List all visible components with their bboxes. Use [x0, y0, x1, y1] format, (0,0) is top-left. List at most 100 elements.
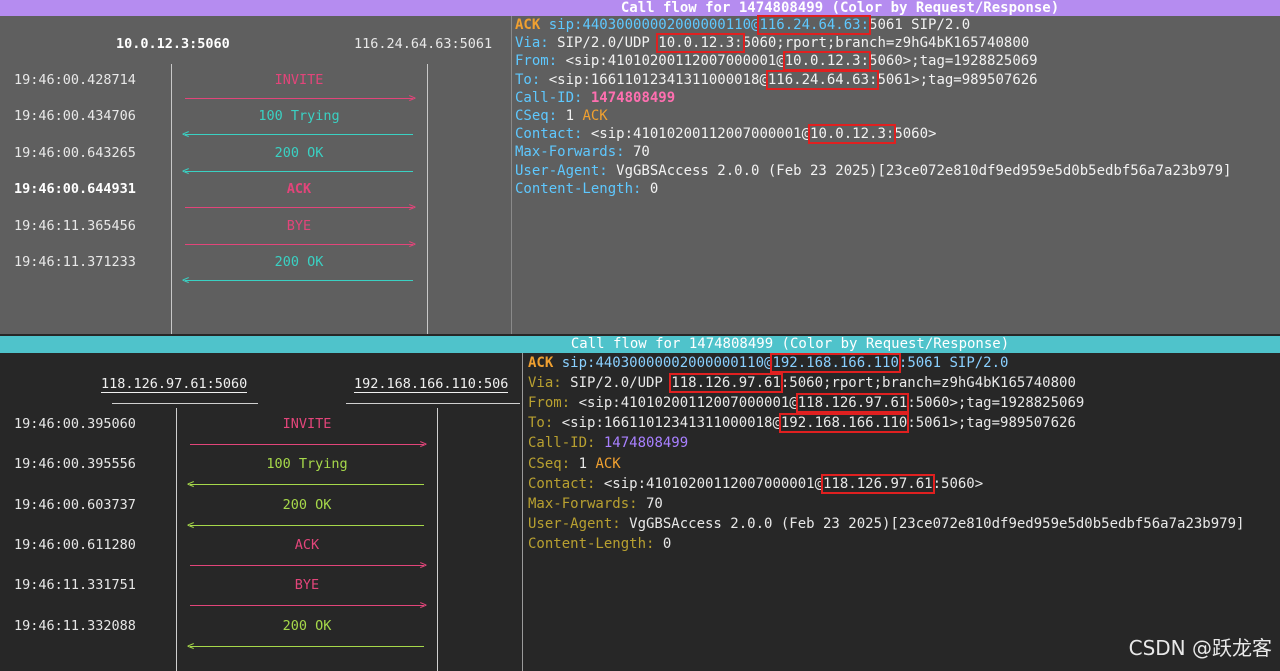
- arrow-left-icon: <: [182, 273, 190, 287]
- flow-arrow: <: [182, 164, 413, 178]
- flow-arrow-line: [190, 605, 424, 607]
- sip-header-value: 1: [570, 455, 596, 472]
- flow-timestamp: 19:46:00.644931: [14, 181, 136, 198]
- sip-ip-address-highlighted: 118.126.97.61: [795, 393, 910, 414]
- flow-message-label: 200 OK: [274, 144, 324, 161]
- flow-timestamp: 19:46:11.332088: [14, 617, 136, 634]
- sip-header-value: :5060>;tag=1928825069: [907, 395, 1085, 412]
- sip-ip-address-highlighted: 192.168.166.110: [778, 413, 910, 434]
- sip-header-value: SIP/2.0/UDP: [548, 35, 659, 52]
- flow-message-label: BYE: [294, 577, 320, 594]
- flow-arrow: <: [187, 518, 424, 532]
- bottom-panel-header: Call flow for 1474808499 (Color by Reque…: [0, 336, 1280, 353]
- sip-header-value: VgGBSAccess 2.0.0 (Feb 23 2025)[23ce072e…: [607, 162, 1232, 179]
- sip-header-name: From:: [515, 53, 558, 70]
- sip-header-value: :5061 SIP/2.0: [898, 355, 1009, 371]
- flow-arrow: >: [185, 237, 416, 251]
- arrow-right-icon: >: [419, 598, 427, 613]
- arrow-left-icon: <: [187, 477, 195, 492]
- flow-arrow: >: [185, 91, 416, 105]
- sip-header-value: <sip:41010200112007000001@: [595, 475, 824, 492]
- sip-header-value: ACK: [528, 355, 554, 371]
- sip-header-value: 1: [557, 108, 583, 124]
- flow-arrow-line: [185, 280, 413, 281]
- arrow-right-icon: >: [408, 200, 416, 215]
- sip-header-name: CSeq:: [515, 108, 558, 124]
- flow-arrow-line: [190, 524, 424, 526]
- sip-header-value: 1474808499: [582, 89, 676, 106]
- sip-header-line: CSeq: 1 ACK: [515, 108, 608, 124]
- sip-header-value: <sip:41010200112007000001@: [582, 126, 811, 143]
- flow-arrow: >: [190, 598, 427, 613]
- sip-header-name: Call-ID:: [515, 89, 583, 106]
- flow-arrow-line: [185, 243, 413, 245]
- sip-header-line: Contact: <sip:41010200112007000001@118.1…: [528, 473, 984, 494]
- sip-header-value: 1474808499: [595, 435, 689, 452]
- arrow-left-icon: <: [187, 638, 195, 653]
- sip-header-line: To: <sip:16611012341311000018@116.24.64.…: [515, 69, 1038, 90]
- flow-message-label: BYE: [286, 217, 312, 234]
- top-panel-divider: [511, 16, 512, 334]
- flow-timestamp: 19:46:00.643265: [14, 144, 136, 161]
- flow-message-label: 100 Trying: [258, 108, 340, 125]
- flow-arrow: <: [182, 127, 413, 141]
- sip-header-value: <sip:16611012341311000018@: [553, 415, 781, 432]
- top-panel-header: Call flow for 1474808499 (Color by Reque…: [0, 0, 1280, 16]
- sip-header-line: Contact: <sip:41010200112007000001@10.0.…: [515, 124, 936, 145]
- flow-arrow-line: [185, 98, 413, 99]
- flow-timestamp: 19:46:00.428714: [14, 72, 136, 88]
- sip-header-line: CSeq: 1 ACK: [528, 456, 621, 472]
- sip-ip-address-highlighted: 118.126.97.61: [669, 373, 783, 394]
- sip-ip-address-highlighted: 192.168.166.110: [770, 353, 901, 373]
- flow-arrow: >: [185, 200, 416, 215]
- sip-header-value: 5060>;tag=1928825069: [869, 53, 1038, 70]
- sip-header-line: Max-Forwards: 70: [515, 144, 650, 160]
- sip-header-value: :5061>;tag=989507626: [907, 415, 1076, 432]
- flow-arrow-line: [185, 134, 413, 136]
- sip-header-line: Content-Length: 0: [528, 536, 671, 552]
- flow-message-label: INVITE: [274, 72, 324, 88]
- flow-timestamp: 19:46:00.603737: [14, 496, 136, 513]
- sip-ip-address-highlighted: 10.0.12.3:: [782, 51, 872, 72]
- bottom-host-a-underline: [112, 403, 258, 404]
- sip-header-line: From: <sip:41010200112007000001@118.126.…: [528, 393, 1085, 414]
- sip-header-value: 70: [637, 495, 663, 512]
- sip-header-line: ACK sip:44030000002000000110@192.168.166…: [528, 353, 1009, 373]
- flow-arrow: >: [190, 437, 427, 451]
- sip-header-name: To:: [515, 71, 541, 88]
- bottom-host-b: 192.168.166.110:506: [354, 376, 509, 393]
- flow-arrow: <: [187, 477, 424, 492]
- sip-header-value: VgGBSAccess 2.0.0 (Feb 23 2025)[23ce072e…: [620, 515, 1245, 532]
- top-host-a: 10.0.12.3:5060: [116, 36, 230, 52]
- flow-arrow-line: [190, 484, 424, 486]
- sip-header-name: Max-Forwards:: [528, 495, 638, 512]
- flow-arrow: >: [190, 557, 427, 572]
- watermark: CSDN @跃龙客: [1128, 636, 1272, 660]
- flow-message-label: ACK: [286, 181, 312, 198]
- sip-header-value: <sip:16611012341311000018@: [540, 71, 768, 88]
- flow-arrow: <: [182, 273, 413, 287]
- flow-timestamp: 19:46:11.331751: [14, 577, 136, 594]
- bottom-panel-divider: [522, 353, 523, 671]
- sip-header-value: :5060>: [932, 475, 984, 492]
- sip-header-value: ACK: [595, 455, 621, 472]
- flow-timestamp: 19:46:11.371233: [14, 254, 136, 270]
- top-host-b: 116.24.64.63:5061: [354, 36, 493, 52]
- sip-ip-address-highlighted: 118.126.97.61: [821, 473, 935, 494]
- sip-header-value: ACK: [515, 17, 541, 33]
- sip-header-value: 0: [654, 535, 672, 552]
- sip-header-value: :5060;rport;branch=z9hG4bK165740800: [780, 375, 1076, 392]
- flow-message-label: 200 OK: [282, 496, 332, 513]
- sip-header-name: Call-ID:: [528, 435, 596, 452]
- sip-header-line: User-Agent: VgGBSAccess 2.0.0 (Feb 23 20…: [528, 516, 1244, 532]
- sip-header-value: sip:44030000002000000110@: [540, 17, 760, 33]
- sip-header-value: SIP/2.0/UDP: [561, 375, 672, 392]
- arrow-right-icon: >: [419, 557, 427, 572]
- top-call-flow-panel: Call flow for 1474808499 (Color by Reque…: [0, 0, 1280, 334]
- sip-header-value: 0: [641, 180, 659, 197]
- sip-header-value: 5061>;tag=989507626: [877, 71, 1038, 88]
- flow-timestamp: 19:46:00.395060: [14, 416, 136, 432]
- flow-message-label: INVITE: [282, 416, 332, 432]
- arrow-right-icon: >: [419, 437, 427, 451]
- sip-header-value: <sip:41010200112007000001@: [557, 53, 785, 70]
